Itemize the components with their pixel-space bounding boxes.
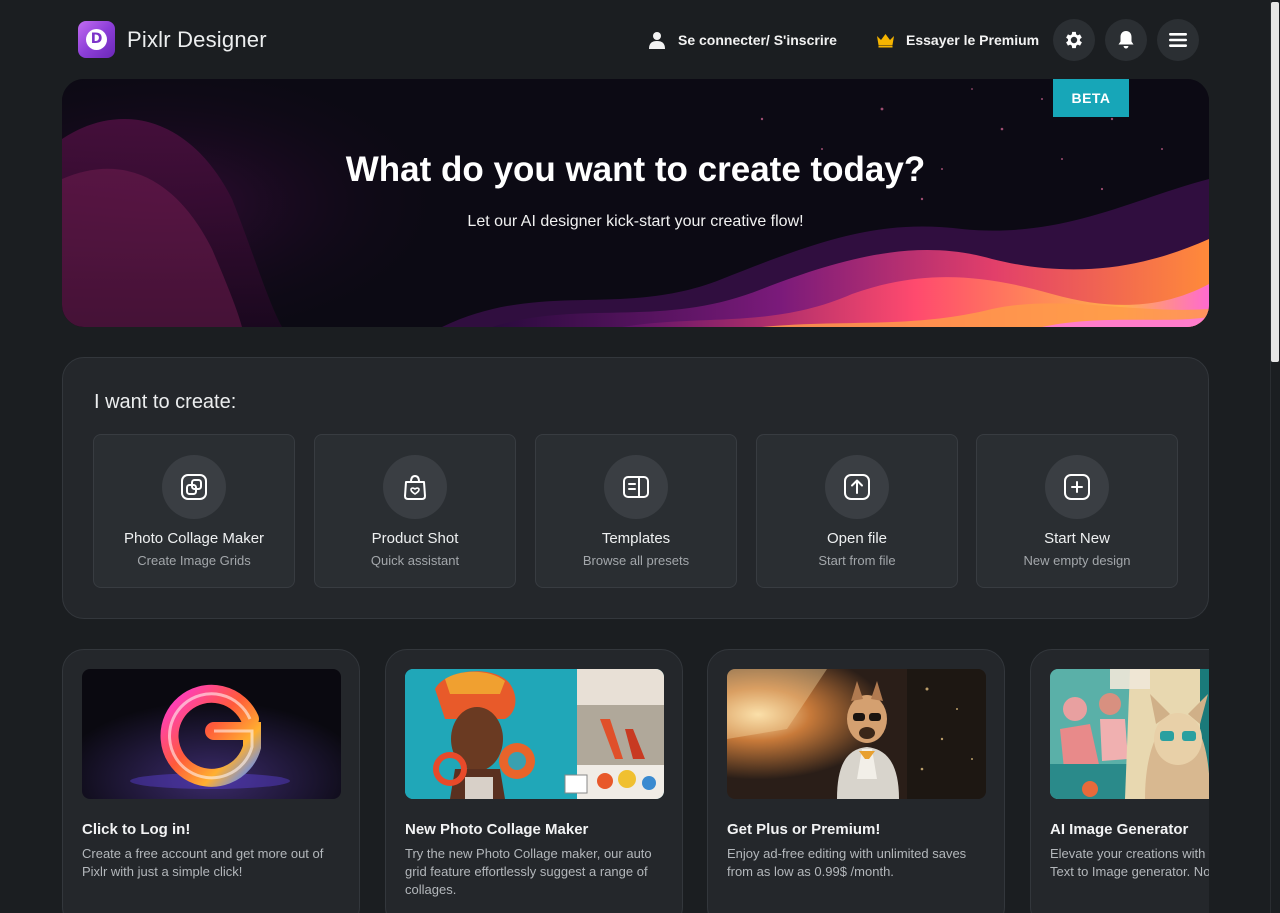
app-title[interactable]: Pixlr Designer <box>127 27 267 53</box>
icon-circle <box>604 455 668 519</box>
card-subtitle: New empty design <box>1023 553 1131 568</box>
feature-description: Create a free account and get more out o… <box>82 846 324 879</box>
card-subtitle: Start from file <box>818 553 896 568</box>
feature-thumbnail-dog-car <box>727 669 986 799</box>
hero-wave-background <box>62 79 1209 327</box>
card-title: Templates <box>601 530 671 547</box>
shopping-bag-icon <box>404 474 426 500</box>
logo-letter: D <box>86 29 107 50</box>
card-title: Photo Collage Maker <box>123 530 265 547</box>
create-open-file-card[interactable]: Open file Start from file <box>756 434 958 588</box>
feature-title: New Photo Collage Maker <box>405 821 589 838</box>
feature-card-photo-collage[interactable]: New Photo Collage Maker Try the new Phot… <box>385 649 683 913</box>
hero-title: What do you want to create today? <box>345 150 926 189</box>
notifications-button[interactable] <box>1105 19 1147 61</box>
template-icon <box>623 476 649 498</box>
feature-description: Try the new Photo Collage maker, our aut… <box>405 846 652 897</box>
page-scrollbar[interactable] <box>1270 0 1280 913</box>
feature-title: Click to Log in! <box>82 821 191 838</box>
upload-icon <box>844 474 870 500</box>
feature-cards-row: Click to Log in! Create a free account a… <box>62 649 1209 913</box>
pixlr-designer-logo-icon[interactable]: D <box>78 21 115 58</box>
try-premium-label: Essayer le Premium <box>906 32 1040 48</box>
feature-thumbnail-ai-collage <box>1050 669 1209 799</box>
feature-thumbnail-glowing-g <box>82 669 341 799</box>
user-icon <box>649 32 665 49</box>
gear-icon <box>1066 31 1082 49</box>
feature-description: Elevate your creations with revolutionar… <box>1050 846 1209 879</box>
card-title: Open file <box>826 530 888 547</box>
try-premium-link[interactable]: Essayer le Premium <box>876 29 1039 51</box>
icon-circle <box>383 455 447 519</box>
feature-description: Enjoy ad-free editing with unlimited sav… <box>727 846 967 879</box>
hamburger-menu-icon <box>1169 33 1187 47</box>
create-heading: I want to create: <box>94 391 237 413</box>
create-templates-card[interactable]: Templates Browse all presets <box>535 434 737 588</box>
collage-icon <box>181 474 207 500</box>
feature-card-login[interactable]: Click to Log in! Create a free account a… <box>62 649 360 913</box>
login-signup-label: Se connecter/ S'inscrire <box>678 32 837 48</box>
create-start-new-card[interactable]: Start New New empty design <box>976 434 1178 588</box>
card-title: Product Shot <box>371 530 459 547</box>
create-product-shot-card[interactable]: Product Shot Quick assistant <box>314 434 516 588</box>
card-subtitle: Create Image Grids <box>137 553 251 568</box>
icon-circle <box>162 455 226 519</box>
create-photo-collage-card[interactable]: Photo Collage Maker Create Image Grids <box>93 434 295 588</box>
feature-card-premium[interactable]: Get Plus or Premium! Enjoy ad-free editi… <box>707 649 1005 913</box>
icon-circle <box>1045 455 1109 519</box>
icon-circle <box>825 455 889 519</box>
top-header: D Pixlr Designer Se connecter/ S'inscrir… <box>0 0 1270 80</box>
feature-title: AI Image Generator <box>1050 821 1189 838</box>
card-subtitle: Browse all presets <box>582 553 690 568</box>
hero-banner <box>62 79 1209 327</box>
hero-subtitle: Let our AI designer kick-start your crea… <box>467 213 804 230</box>
scrollbar-thumb[interactable] <box>1271 2 1279 362</box>
main-menu-button[interactable] <box>1157 19 1199 61</box>
settings-button[interactable] <box>1053 19 1095 61</box>
card-subtitle: Quick assistant <box>370 553 460 568</box>
feature-thumbnail-collage <box>405 669 664 799</box>
beta-badge: BETA <box>1053 79 1129 117</box>
plus-square-icon <box>1064 474 1090 500</box>
bell-icon <box>1118 31 1134 49</box>
card-title: Start New <box>1044 530 1110 547</box>
crown-icon <box>877 33 894 47</box>
login-signup-link[interactable]: Se connecter/ S'inscrire <box>648 29 837 51</box>
feature-title: Get Plus or Premium! <box>727 821 881 838</box>
feature-card-ai-image-generator[interactable]: AI Image Generator Elevate your creation… <box>1030 649 1209 913</box>
